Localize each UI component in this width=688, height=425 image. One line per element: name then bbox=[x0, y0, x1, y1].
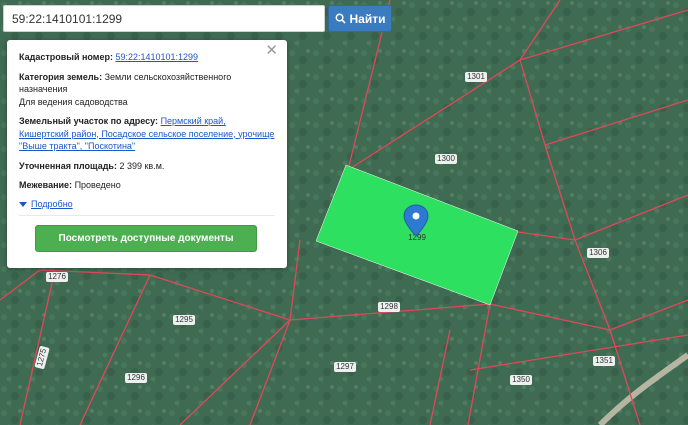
address-row: Земельный участок по адресу: Пермский кр… bbox=[19, 115, 275, 153]
survey-label: Межевание: bbox=[19, 180, 73, 190]
survey-row: Межевание: Проведено bbox=[19, 179, 275, 192]
plot-number-label[interactable]: 1295 bbox=[175, 315, 193, 324]
details-label: Подробно bbox=[31, 199, 73, 209]
search-field[interactable] bbox=[3, 5, 325, 32]
divider bbox=[19, 215, 275, 216]
plot-number-label[interactable]: 1297 bbox=[336, 362, 354, 371]
plot-number-label[interactable]: 1306 bbox=[589, 248, 607, 257]
land-category-label: Категория земель: bbox=[19, 71, 103, 82]
cadastral-number-label: Кадастровый номер: bbox=[19, 52, 113, 62]
area-row: Уточненная площадь: 2 399 кв.м. bbox=[19, 160, 275, 173]
details-toggle[interactable]: Подробно bbox=[19, 199, 73, 209]
area-value: 2 399 кв.м. bbox=[119, 160, 165, 171]
cadastral-number-link[interactable]: 59:22:1410101:1299 bbox=[115, 52, 198, 62]
land-usage-value: Для ведения садоводства bbox=[19, 96, 128, 107]
search-input[interactable] bbox=[4, 6, 324, 31]
plot-number-label[interactable]: 1298 bbox=[380, 302, 398, 311]
area-label: Уточненная площадь: bbox=[19, 160, 117, 171]
address-label: Земельный участок по адресу: bbox=[19, 116, 159, 126]
land-category-row: Категория земель: Земли сельскохозяйстве… bbox=[19, 71, 275, 109]
plot-number-label[interactable]: 1296 bbox=[127, 373, 145, 382]
triangle-down-icon bbox=[19, 201, 27, 207]
info-panel: ✕ Кадастровый номер: 59:22:1410101:1299 … bbox=[7, 40, 287, 268]
plot-number-label[interactable]: 1276 bbox=[48, 272, 66, 281]
plot-number-label[interactable]: 1350 bbox=[512, 375, 530, 384]
view-documents-button[interactable]: Посмотреть доступные документы bbox=[35, 225, 257, 252]
survey-value: Проведено bbox=[74, 180, 121, 190]
search-icon bbox=[335, 13, 346, 24]
plot-number-label[interactable]: 1351 bbox=[595, 356, 613, 365]
plot-number-label[interactable]: 1301 bbox=[467, 72, 485, 81]
cadastral-number-row: Кадастровый номер: 59:22:1410101:1299 bbox=[19, 51, 275, 64]
close-icon[interactable]: ✕ bbox=[265, 43, 278, 58]
search-button-label: Найти bbox=[349, 11, 386, 26]
search-button[interactable]: Найти bbox=[328, 5, 392, 32]
plot-number-label[interactable]: 1300 bbox=[437, 154, 455, 163]
